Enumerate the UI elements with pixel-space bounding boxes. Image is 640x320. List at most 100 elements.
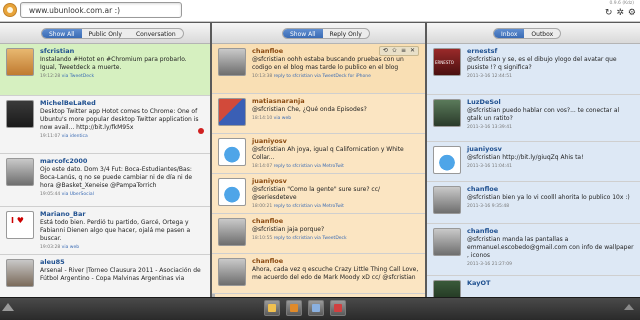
tab-conversation[interactable]: Conversation: [129, 29, 183, 38]
column-header: Show All Reply Only: [212, 23, 425, 44]
tweet-meta: 18:10:55 reply to sfcristian via TweetDe…: [252, 236, 347, 241]
tweet-item[interactable]: chanfloe ⟲ ✩ ≡ ✕ @sfcristian oohh estaba…: [212, 44, 425, 94]
tab-outbox[interactable]: Outbox: [524, 29, 560, 38]
avatar[interactable]: [433, 99, 461, 127]
message-username[interactable]: LuzDeSol: [467, 98, 634, 107]
tweet-item[interactable]: matiasnaranja @sfcristian Che, ¿Qué onda…: [212, 94, 425, 134]
home-icon[interactable]: [264, 300, 280, 316]
tweet-text: Está todo bien. Perdió tu partido, Garcé…: [40, 219, 191, 242]
url-text: www.ubunlook.com.ar :): [29, 6, 121, 15]
messages-icon[interactable]: [286, 300, 302, 316]
tweet-text: Instalando #Hotot en #Chromium para prob…: [40, 56, 187, 71]
avatar[interactable]: [218, 138, 246, 166]
tweet-item[interactable]: chanfloe @sfcristian jaja porque? 18:10:…: [212, 214, 425, 254]
message-username[interactable]: KayOT: [467, 279, 634, 288]
bottom-dock-bar: [0, 297, 640, 320]
avatar[interactable]: [433, 228, 461, 256]
hotot-logo-icon: [3, 3, 17, 17]
avatar[interactable]: [218, 98, 246, 126]
tab-inbox[interactable]: Inbox: [494, 29, 525, 38]
tweet-text: @sfcristian Ah joya, igual q Californica…: [252, 146, 404, 161]
message-text: @sfcristian manda las pantallas a emmanu…: [467, 236, 634, 259]
message-item[interactable]: ernestsf @sfcristian y se, es el dibujo …: [427, 44, 640, 95]
column-messages: Inbox Outbox ernestsf @sfcristian y se, …: [427, 23, 640, 297]
tweet-username[interactable]: chanfloe: [252, 217, 419, 226]
tab-public-only[interactable]: Public Only: [82, 29, 129, 38]
top-bar: www.ubunlook.com.ar :) 0.9.6 (Kdz) ↻ ✲ ⚙: [0, 0, 640, 22]
message-username[interactable]: chanfloe: [467, 227, 634, 236]
message-item[interactable]: chanfloe @sfcristian manda las pantallas…: [427, 224, 640, 276]
version-label: 0.9.6 (Kdz): [609, 1, 634, 6]
tab-group: Inbox Outbox: [493, 28, 562, 39]
avatar[interactable]: [6, 259, 34, 287]
tweet-username[interactable]: aleu85: [40, 258, 204, 267]
tweet-username[interactable]: matiasnaranja: [252, 97, 419, 106]
tweet-meta: 18:14:07 reply to sfcristian via MetroTw…: [252, 164, 344, 169]
avatar[interactable]: [433, 186, 461, 214]
tweet-item[interactable]: chanfloe Ahora, cada vez q escuche Crazy…: [212, 254, 425, 294]
mail-icon[interactable]: [308, 300, 324, 316]
tweet-item[interactable]: sfcristian Instalando #Hotot en #Chromiu…: [0, 44, 210, 96]
message-meta: 2011-3-16 13:39:41: [467, 125, 512, 130]
tweet-username[interactable]: juaniyosv: [252, 177, 419, 186]
message-text: @sfcristian bien ya lo vi coolll ahorita…: [467, 194, 630, 201]
avatar[interactable]: [218, 218, 246, 246]
message-text: @sfcristian y se, es el dibujo ylogo del…: [467, 56, 617, 71]
message-username[interactable]: chanfloe: [467, 185, 634, 194]
message-item[interactable]: juaniyosv @sfcristian http://bit.ly/giuq…: [427, 142, 640, 182]
tweet-meta: 10:13:38 reply to sfcristian via TweetDe…: [252, 74, 371, 79]
tab-show-all[interactable]: Show All: [42, 29, 82, 38]
tab-reply-only[interactable]: Reply Only: [323, 29, 369, 38]
avatar[interactable]: [6, 158, 34, 186]
tweet-username[interactable]: marcofc2000: [40, 157, 204, 166]
retweet-icon[interactable]: ⟲: [383, 47, 388, 55]
avatar[interactable]: [6, 100, 34, 128]
tweet-text: Arsenal - River |Torneo Clausura 2011 - …: [40, 267, 201, 282]
avatar[interactable]: [433, 146, 461, 174]
tweet-text: Desktop Twitter app Hotot comes to Chrom…: [40, 108, 199, 131]
tweet-item[interactable]: juaniyosv @sfcristian "Como la gente" su…: [212, 174, 425, 214]
tab-show-all[interactable]: Show All: [283, 29, 323, 38]
tab-group: Show All Public Only Conversation: [41, 28, 184, 39]
tweet-username[interactable]: Mariano_Bar: [40, 210, 204, 219]
refresh-icon[interactable]: ↻: [605, 9, 613, 18]
tweet-username[interactable]: juaniyosv: [252, 137, 419, 146]
tweet-item[interactable]: juaniyosv @sfcristian Ah joya, igual q C…: [212, 134, 425, 174]
tweet-meta: 18:00:21 reply to sfcristian via MetroTw…: [252, 204, 344, 209]
location-pin-icon[interactable]: [198, 128, 204, 136]
search-icon[interactable]: [330, 300, 346, 316]
avatar[interactable]: [433, 48, 461, 76]
message-item[interactable]: KayOT: [427, 276, 640, 297]
tweet-text: Ahora, cada vez q escuche Crazy Little T…: [252, 266, 419, 281]
accounts-icon[interactable]: ⚙: [628, 9, 636, 18]
settings-icon[interactable]: ✲: [616, 9, 624, 18]
avatar[interactable]: [218, 48, 246, 76]
message-item[interactable]: LuzDeSol @sfcristian puedo hablar con vo…: [427, 95, 640, 142]
tweet-item[interactable]: MichelBeLaRed Desktop Twitter app Hotot …: [0, 96, 210, 154]
avatar[interactable]: [6, 48, 34, 76]
tweet-item[interactable]: Mariano_Bar Está todo bien. Perdió tu pa…: [0, 207, 210, 255]
avatar[interactable]: [6, 211, 34, 239]
menu-icon[interactable]: ≡: [401, 47, 406, 55]
avatar[interactable]: [218, 258, 246, 286]
avatar[interactable]: [218, 178, 246, 206]
tweet-text: @sfcristian jaja porque?: [252, 226, 325, 233]
message-text: @sfcristian http://bit.ly/giuqZq Ahis ta…: [467, 154, 584, 161]
avatar[interactable]: [433, 280, 461, 297]
url-bar[interactable]: www.ubunlook.com.ar :): [20, 2, 182, 18]
tweet-username[interactable]: sfcristian: [40, 47, 204, 56]
message-username[interactable]: ernestsf: [467, 47, 634, 56]
dock: [264, 300, 346, 316]
compose-icon[interactable]: [2, 303, 14, 315]
message-item[interactable]: chanfloe @sfcristian bien ya lo vi cooll…: [427, 182, 640, 224]
message-username[interactable]: juaniyosv: [467, 145, 634, 154]
delete-icon[interactable]: ✕: [410, 47, 415, 55]
tweet-username[interactable]: MichelBeLaRed: [40, 99, 204, 108]
tweet-item[interactable]: marcofc2000 Ojo este dato. Dom 3/4 Fut: …: [0, 154, 210, 207]
eject-icon[interactable]: [624, 304, 634, 314]
tweet-meta: 19:05:44 via UberSocial: [40, 192, 94, 197]
tweet-item[interactable]: aleu85 Arsenal - River |Torneo Clausura …: [0, 255, 210, 297]
favorite-icon[interactable]: ✩: [392, 47, 397, 55]
tweet-username[interactable]: chanfloe: [252, 257, 419, 266]
tweet-meta: 19:11:07 via identica: [40, 134, 88, 139]
